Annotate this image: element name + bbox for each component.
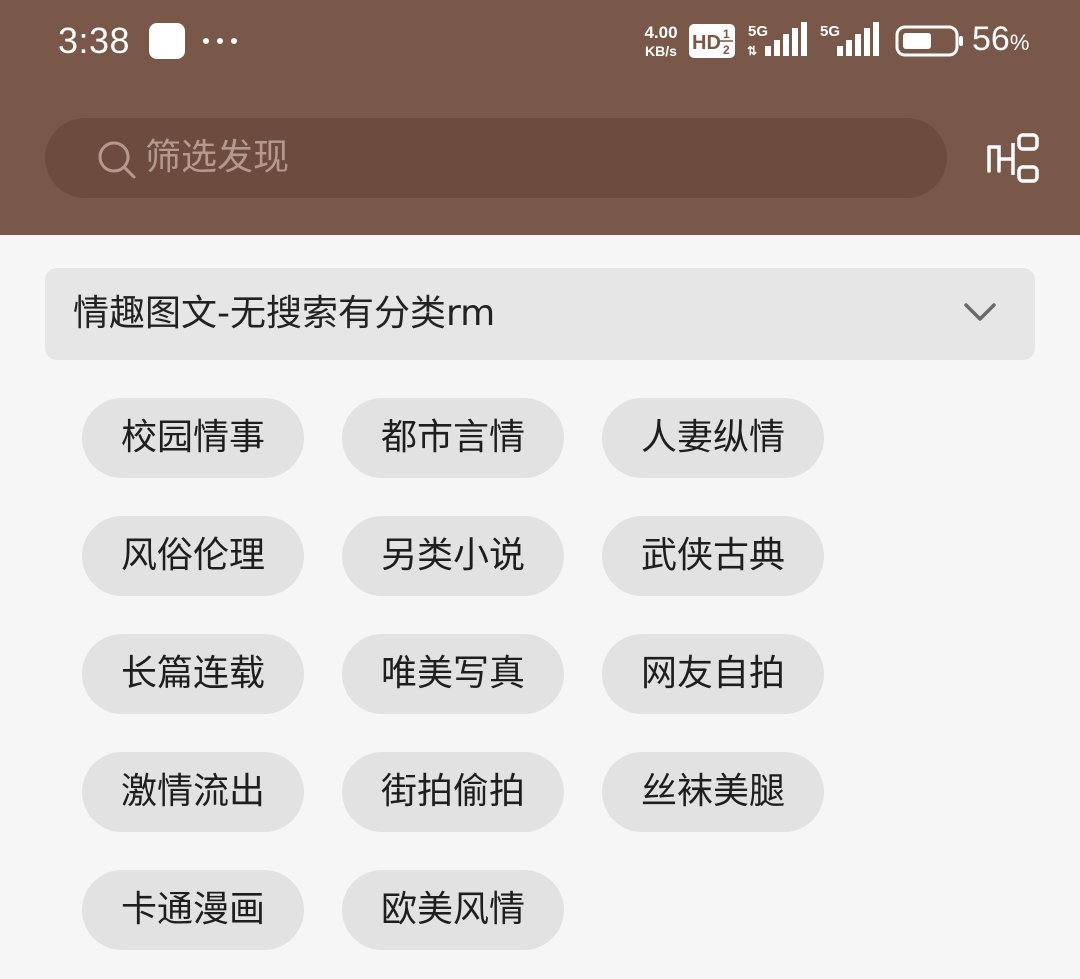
category-chip[interactable]: 武侠古典 xyxy=(602,516,824,596)
svg-text:2: 2 xyxy=(723,43,730,57)
layout-icon[interactable] xyxy=(985,133,1043,185)
status-bar: 3:38 4.00 KB/s HD 1 2 5G ⇅ 5G 56% xyxy=(0,0,1080,84)
category-dropdown[interactable]: 情趣图文-无搜索有分类rm xyxy=(45,268,1035,360)
category-chip[interactable]: 唯美写真 xyxy=(342,634,564,714)
status-time: 3:38 xyxy=(58,20,131,61)
category-chip[interactable]: 另类小说 xyxy=(342,516,564,596)
svg-text:1: 1 xyxy=(723,27,730,41)
category-chip[interactable]: 街拍偷拍 xyxy=(342,752,564,832)
category-chip[interactable]: 网友自拍 xyxy=(602,634,824,714)
category-chip[interactable]: 都市言情 xyxy=(342,398,564,478)
signal-strength-icon: 5G ⇅ xyxy=(747,22,807,58)
category-chip[interactable]: 欧美风情 xyxy=(342,870,564,950)
search-icon xyxy=(98,141,136,179)
category-chip[interactable]: 卡通漫画 xyxy=(82,870,304,950)
chevron-down-icon xyxy=(964,303,996,321)
battery-icon xyxy=(895,25,963,57)
search-input[interactable]: 筛选发现 xyxy=(45,118,947,198)
category-chip[interactable]: 长篇连载 xyxy=(82,634,304,714)
app-notification-icon xyxy=(149,23,185,59)
hd-badge-label: HD xyxy=(692,32,721,54)
category-chip[interactable]: 丝袜美腿 xyxy=(602,752,824,832)
hd-voice-icon: HD 1 2 xyxy=(689,24,735,58)
signal-strength-icon-2: 5G xyxy=(820,22,879,56)
battery-unit: % xyxy=(1009,30,1030,55)
category-chip[interactable]: 风俗伦理 xyxy=(82,516,304,596)
dropdown-selected-value: 情趣图文-无搜索有分类rm xyxy=(73,293,496,334)
app-header: 3:38 4.00 KB/s HD 1 2 5G ⇅ 5G 56% 筛选发现 xyxy=(0,0,1080,235)
category-chip[interactable]: 校园情事 xyxy=(82,398,304,478)
signal-1-label: 5G xyxy=(748,23,768,40)
battery-percentage: 56% xyxy=(972,20,1029,59)
signal-2-label: 5G xyxy=(820,23,840,40)
battery-value: 56 xyxy=(972,20,1010,58)
search-placeholder: 筛选发现 xyxy=(145,137,290,178)
category-chip[interactable]: 激情流出 xyxy=(82,752,304,832)
category-chip[interactable]: 人妻纵情 xyxy=(602,398,824,478)
network-speed-unit: KB/s xyxy=(645,43,677,59)
svg-text:⇅: ⇅ xyxy=(747,44,757,58)
more-notifications-icon xyxy=(203,38,237,46)
network-speed: 4.00 KB/s xyxy=(637,24,685,60)
network-speed-value: 4.00 xyxy=(644,23,678,42)
